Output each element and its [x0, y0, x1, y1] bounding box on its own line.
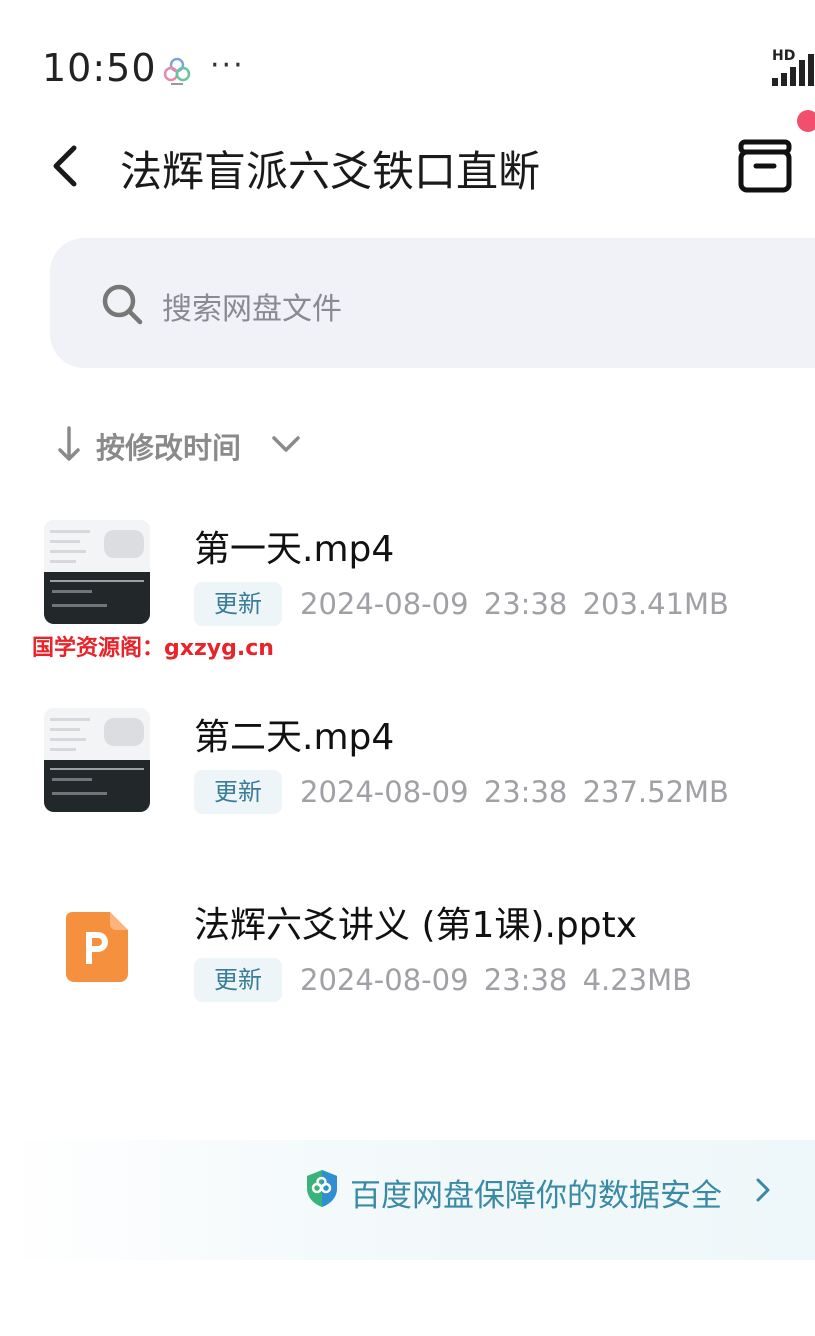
update-badge: 更新	[194, 770, 282, 814]
baidu-cloud-app-icon	[163, 57, 191, 85]
archive-box-icon[interactable]	[736, 138, 794, 194]
back-arrow-icon[interactable]	[46, 142, 86, 190]
watermark-text: 国学资源阁：gxzyg.cn	[32, 636, 274, 661]
file-meta: 2024-08-09 23:38 237.52MB	[300, 770, 729, 814]
file-row[interactable]: 法辉六爻讲义 (第1课).pptx 更新 2024-08-09 23:38 4.…	[0, 896, 815, 1026]
file-size: 237.52MB	[582, 775, 729, 809]
file-time: 23:38	[483, 587, 568, 621]
file-meta: 2024-08-09 23:38 203.41MB	[300, 582, 729, 626]
file-name: 法辉六爻讲义 (第1课).pptx	[194, 905, 638, 946]
update-badge: 更新	[194, 582, 282, 626]
chevron-right-icon[interactable]	[754, 1176, 772, 1204]
file-date: 2024-08-09	[300, 587, 469, 621]
file-size: 4.23MB	[582, 963, 693, 997]
file-size: 203.41MB	[582, 587, 729, 621]
notification-dot	[797, 110, 815, 132]
video-thumbnail	[44, 708, 150, 812]
file-time: 23:38	[483, 963, 568, 997]
status-bar: 10:50 ··· HD	[0, 0, 815, 110]
file-meta: 2024-08-09 23:38 4.23MB	[300, 958, 692, 1002]
status-time: 10:50	[42, 46, 157, 90]
signal-icon	[772, 54, 814, 86]
sort-label[interactable]: 按修改时间	[96, 425, 241, 467]
file-row[interactable]: 第二天.mp4 更新 2024-08-09 23:38 237.52MB	[0, 708, 815, 838]
update-badge: 更新	[194, 958, 282, 1002]
safety-text[interactable]: 百度网盘保障你的数据安全	[350, 1170, 722, 1215]
shield-icon	[307, 1170, 337, 1207]
pptx-file-icon	[66, 912, 128, 982]
file-date: 2024-08-09	[300, 775, 469, 809]
video-thumbnail	[44, 520, 150, 624]
more-dots-icon: ···	[210, 48, 245, 83]
file-name: 第二天.mp4	[194, 717, 395, 758]
search-input[interactable]: 搜索网盘文件	[162, 284, 342, 328]
page-title: 法辉盲派六爻铁口直断	[120, 147, 541, 196]
file-name: 第一天.mp4	[194, 529, 395, 570]
file-date: 2024-08-09	[300, 963, 469, 997]
search-icon	[102, 284, 143, 325]
file-time: 23:38	[483, 775, 568, 809]
sort-down-arrow-icon[interactable]	[56, 424, 82, 464]
chevron-down-icon[interactable]	[270, 432, 302, 456]
